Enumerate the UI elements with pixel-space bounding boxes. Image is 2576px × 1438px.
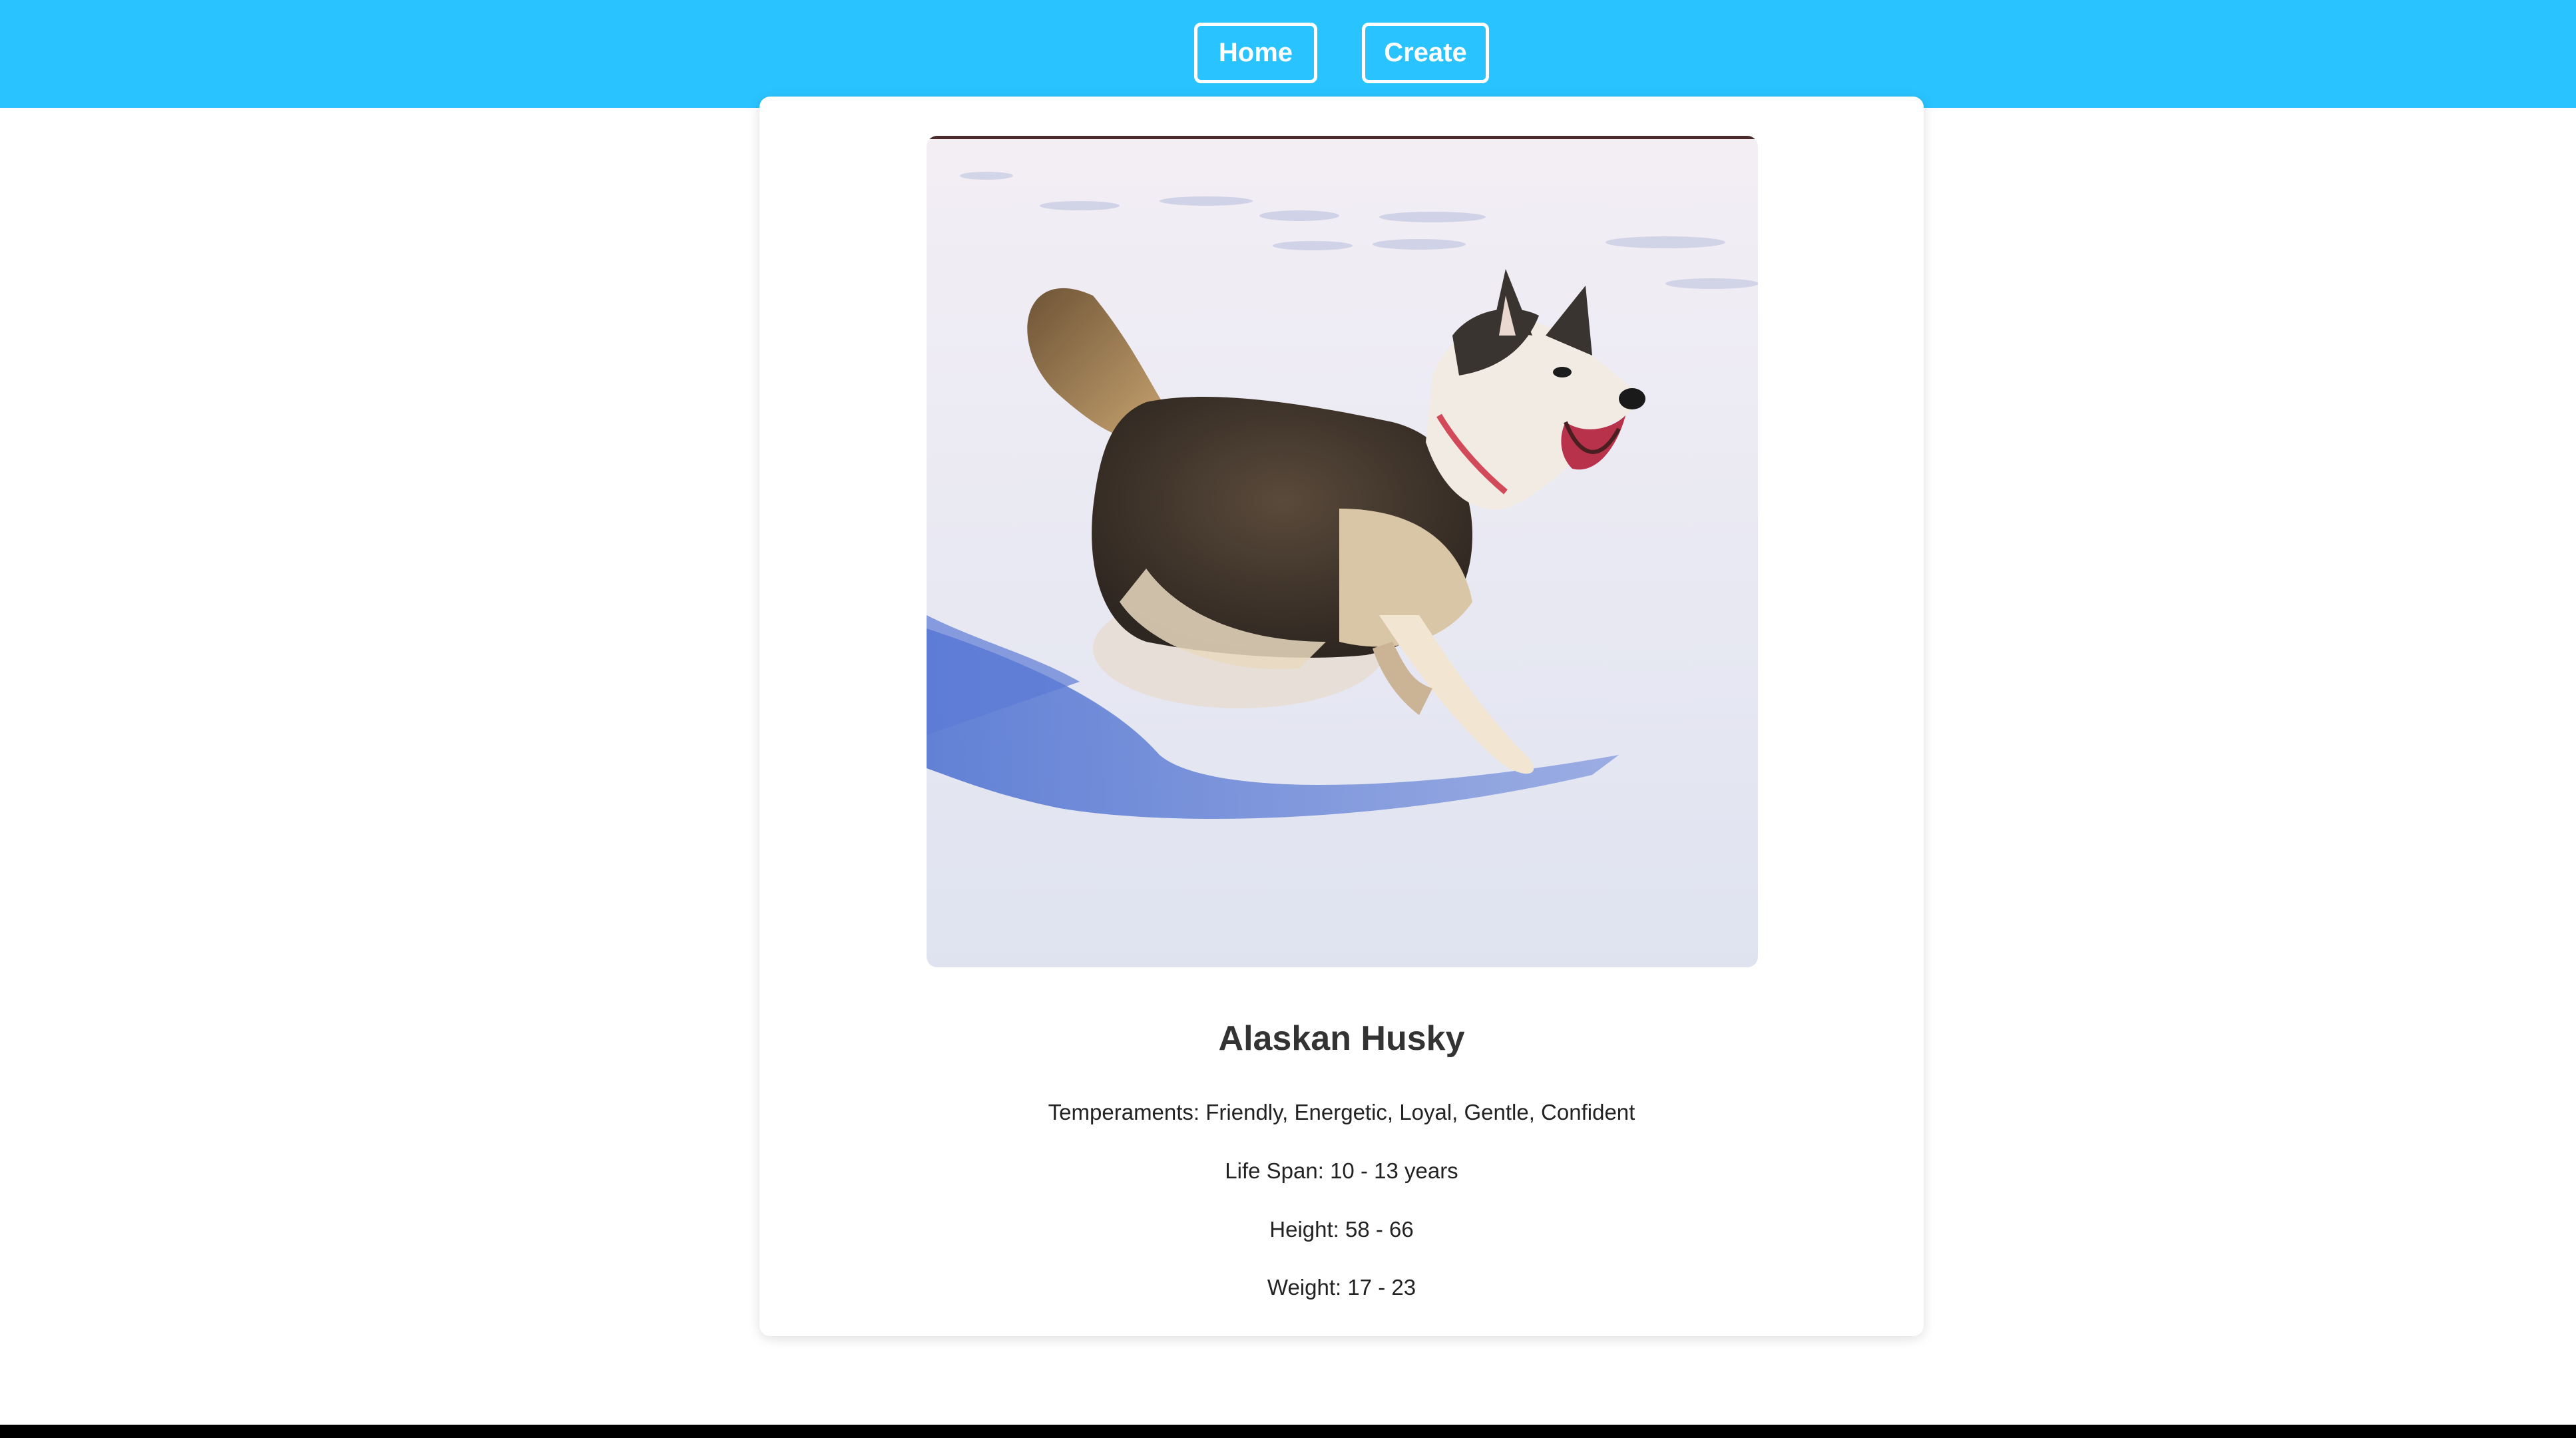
create-button[interactable]: Create bbox=[1362, 23, 1489, 83]
height-text: Height: 58 - 66 bbox=[1269, 1217, 1414, 1242]
dog-name-heading: Alaskan Husky bbox=[1218, 1019, 1465, 1058]
dog-photo bbox=[927, 136, 1758, 967]
temperaments-text: Temperaments: Friendly, Energetic, Loyal… bbox=[1048, 1100, 1635, 1124]
home-button[interactable]: Home bbox=[1194, 23, 1317, 83]
bottom-bar bbox=[0, 1425, 2576, 1438]
weight-text: Weight: 17 - 23 bbox=[1267, 1275, 1416, 1300]
life-span-text: Life Span: 10 - 13 years bbox=[1225, 1158, 1458, 1183]
top-navbar: Home Create bbox=[0, 0, 2576, 108]
